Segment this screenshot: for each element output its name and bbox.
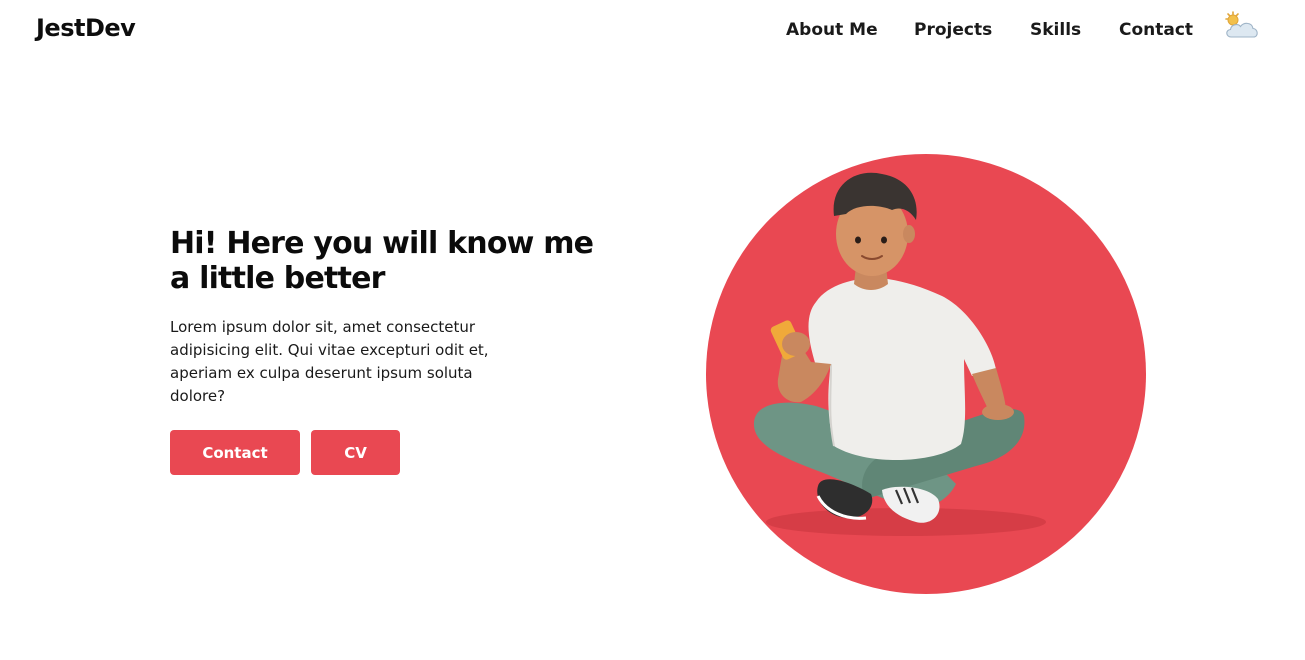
hero-description: Lorem ipsum dolor sit, amet consectetur …: [170, 318, 489, 405]
hero-title: Hi! Here you will know me a little bette…: [170, 226, 594, 296]
page: JestDev About Me Projects Skills Contact…: [0, 0, 1305, 660]
hero-image-circle: [706, 154, 1146, 594]
sun-behind-cloud-icon: [1225, 11, 1258, 38]
contact-button[interactable]: Contact: [170, 430, 300, 475]
theme-toggle-button[interactable]: [1222, 10, 1262, 42]
nav-about-me[interactable]: About Me: [786, 20, 878, 46]
cv-button[interactable]: CV: [311, 430, 400, 475]
nav-skills[interactable]: Skills: [1030, 20, 1081, 46]
nav-contact[interactable]: Contact: [1119, 20, 1193, 46]
brand-logo[interactable]: JestDev: [36, 14, 136, 42]
person-sitting-with-phone-illustration: [753, 172, 1046, 536]
nav-projects[interactable]: Projects: [914, 20, 992, 46]
